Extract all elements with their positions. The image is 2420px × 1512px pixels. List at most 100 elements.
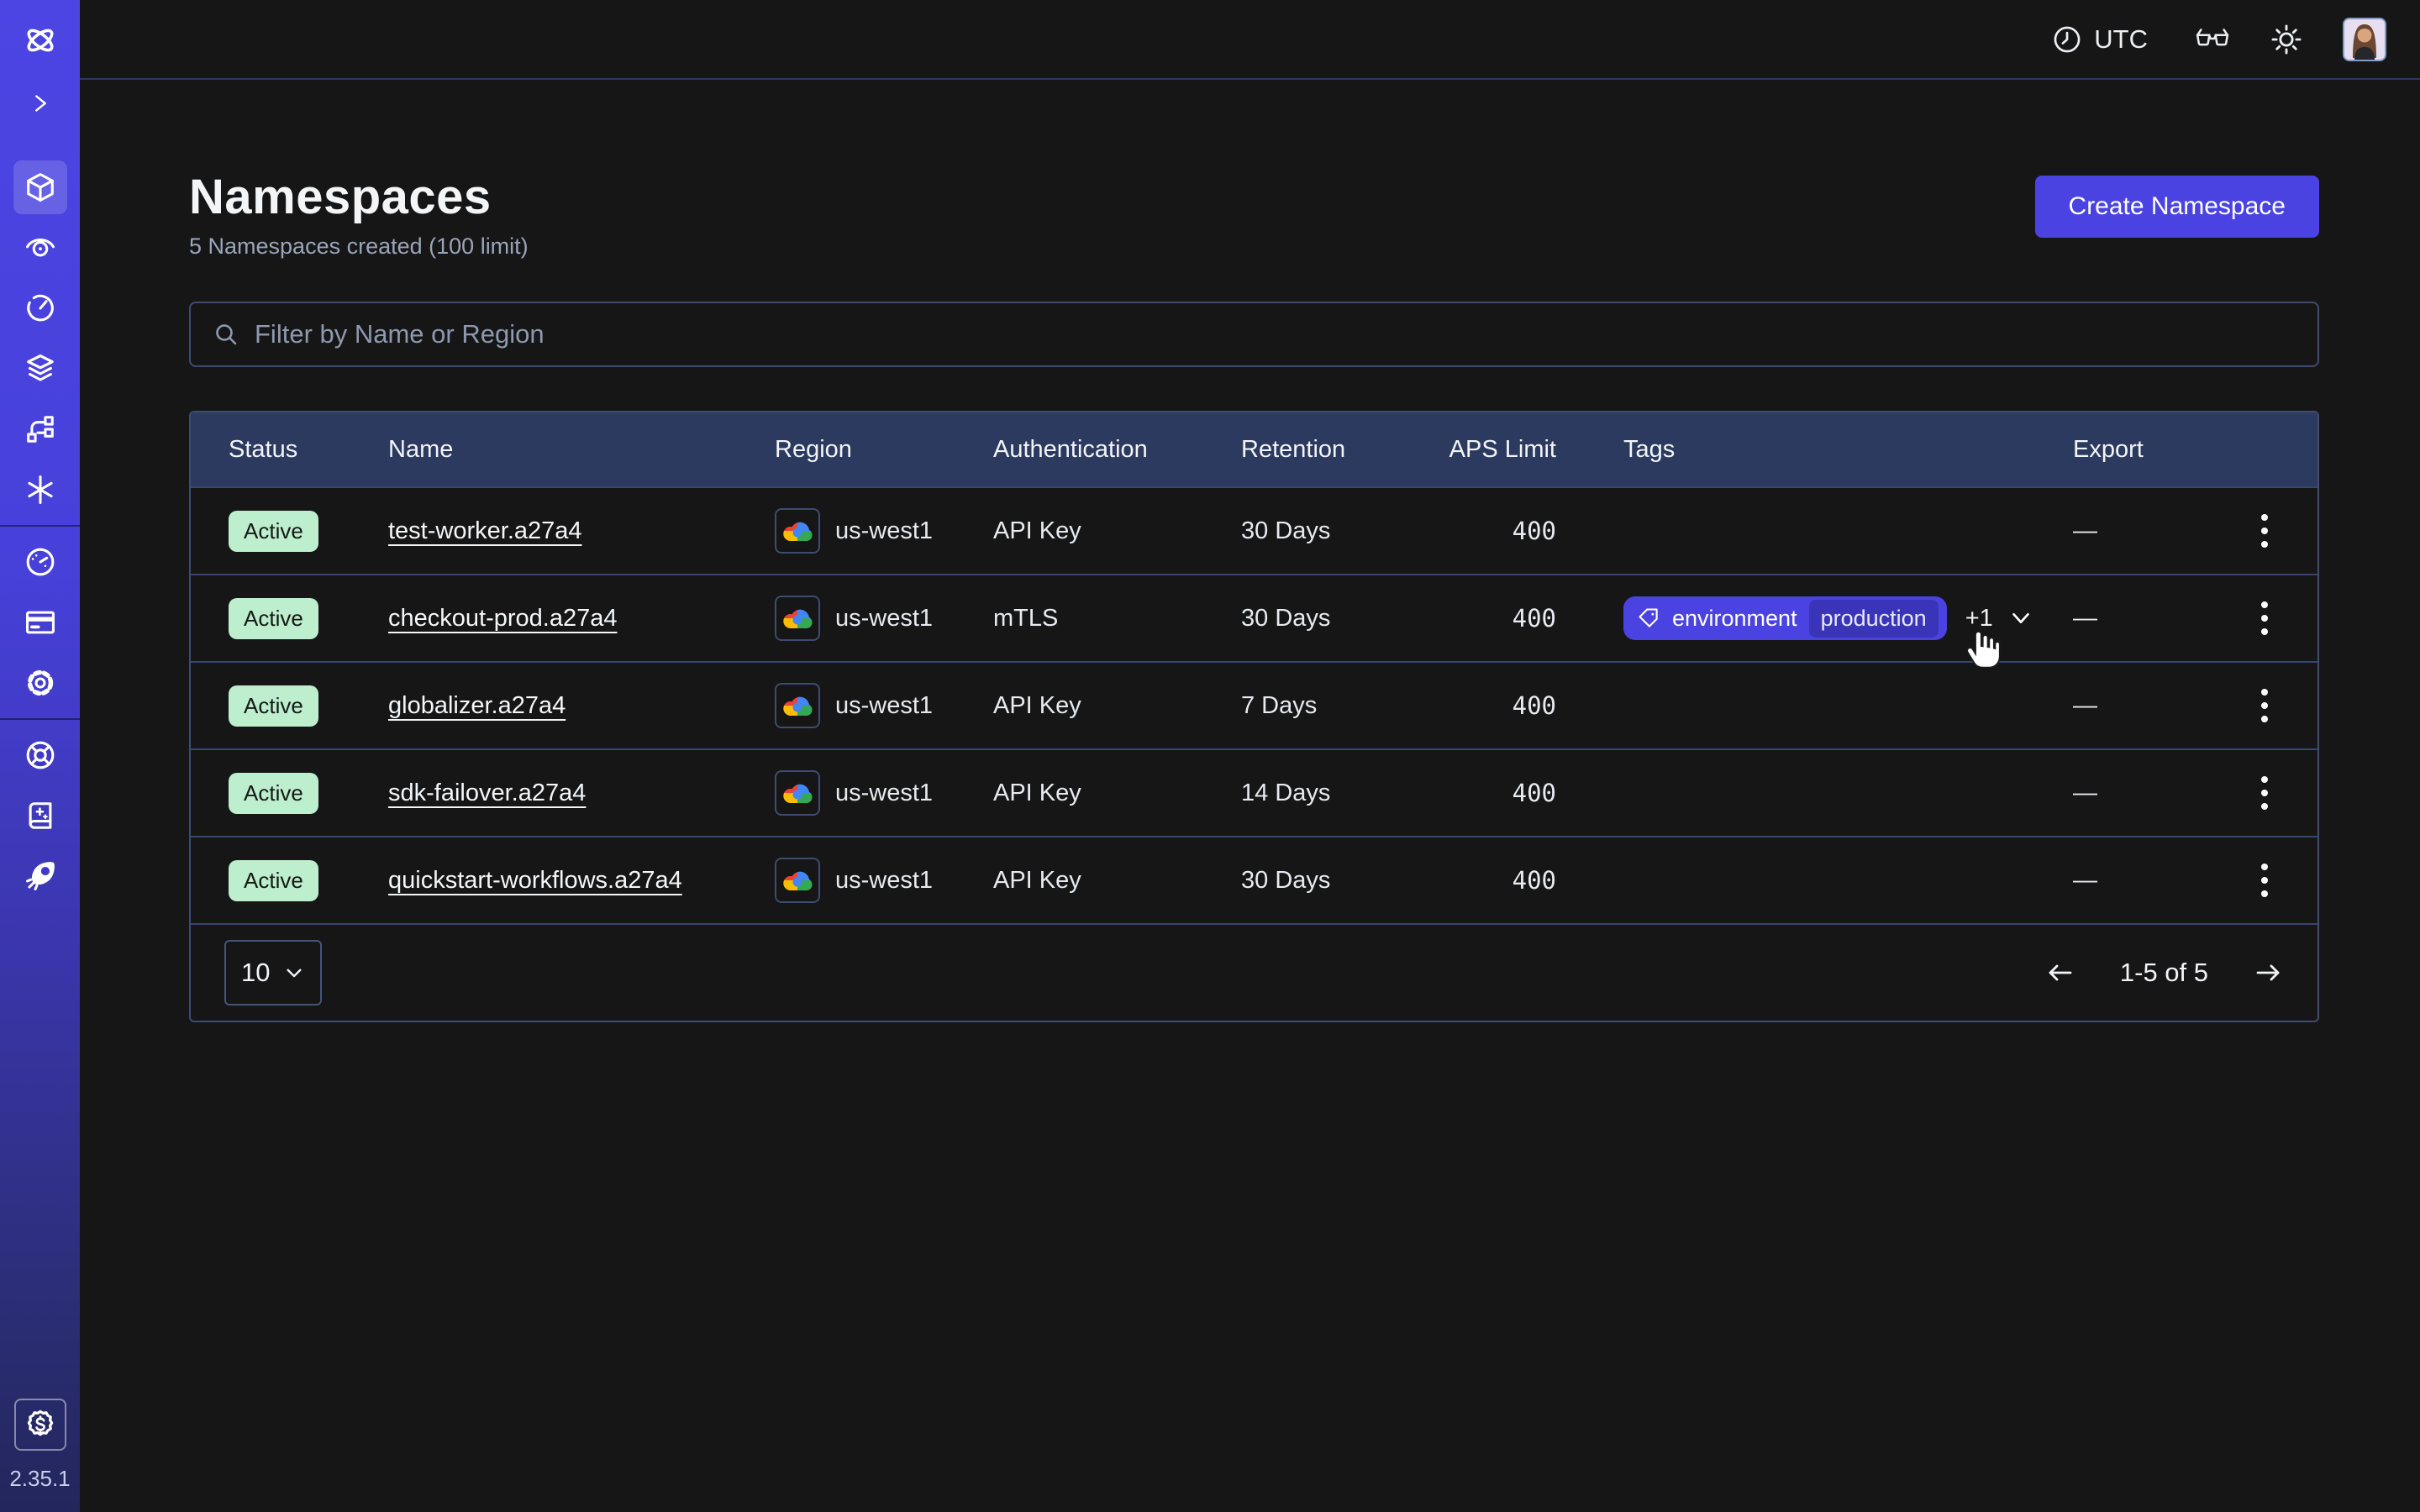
user-avatar[interactable] <box>2343 18 2386 61</box>
sidebar-item-schedules[interactable] <box>13 281 67 335</box>
auth-label: API Key <box>993 692 1241 720</box>
sidebar-item-batch[interactable] <box>13 342 67 396</box>
sidebar-item-usage[interactable] <box>13 535 67 589</box>
sidebar-item-deployments[interactable] <box>13 402 67 456</box>
status-badge: Active <box>229 511 318 552</box>
filter-searchbar[interactable] <box>189 302 2319 367</box>
gcp-cloud-icon <box>775 858 820 903</box>
app-screen: 2.35.1 UTC <box>0 0 2420 1512</box>
chevron-down-icon <box>283 962 305 984</box>
retention-label: 30 Days <box>1241 867 1434 895</box>
export-value: — <box>2073 692 2207 720</box>
timer-icon <box>24 292 56 324</box>
auth-label: mTLS <box>993 605 1241 633</box>
export-value: — <box>2073 867 2207 895</box>
gcp-cloud-icon <box>775 770 820 816</box>
accessibility-button[interactable] <box>2195 25 2230 54</box>
region-label: us-west1 <box>835 867 933 895</box>
status-badge: Active <box>229 685 318 727</box>
tag-chip-group: environment production +1 <box>1623 596 2033 640</box>
aps-limit-value: 400 <box>1434 604 1556 633</box>
tags-more-count: +1 <box>1965 605 1993 633</box>
row-menu-button[interactable] <box>2249 855 2280 906</box>
version-label: 2.35.1 <box>9 1466 70 1492</box>
aps-limit-value: 400 <box>1434 691 1556 720</box>
namespace-link[interactable]: quickstart-workflows.a27a4 <box>388 867 682 894</box>
main-content: Namespaces 5 Namespaces created (100 lim… <box>80 80 2420 1512</box>
gcp-cloud-icon <box>775 683 820 728</box>
retention-label: 30 Days <box>1241 517 1434 545</box>
auth-label: API Key <box>993 517 1241 545</box>
next-page-button[interactable] <box>2252 959 2284 986</box>
region-label: us-west1 <box>835 517 933 545</box>
row-menu-button[interactable] <box>2249 506 2280 556</box>
status-badge: Active <box>229 598 318 639</box>
tag-value: production <box>1809 600 1939 638</box>
page-range-label: 1-5 of 5 <box>2120 958 2208 988</box>
sun-icon <box>2270 24 2302 55</box>
sidebar-item-billing[interactable] <box>13 596 67 649</box>
column-header-aps-limit: APS Limit <box>1434 436 1556 464</box>
row-menu-button[interactable] <box>2249 680 2280 731</box>
sidebar-item-nexus[interactable] <box>13 463 67 517</box>
chevron-down-icon <box>2008 606 2033 631</box>
auth-label: API Key <box>993 867 1241 895</box>
namespace-link[interactable]: checkout-prod.a27a4 <box>388 605 617 632</box>
sidebar-item-namespaces[interactable] <box>13 160 67 214</box>
table-row: Active checkout-prod.a27a4 <box>191 574 2317 661</box>
export-value: — <box>2073 517 2207 545</box>
page-title: Namespaces <box>189 169 529 225</box>
sidebar-item-getting-started[interactable] <box>13 849 67 903</box>
sidebar-expand-button[interactable] <box>0 80 80 127</box>
namespace-link[interactable]: globalizer.a27a4 <box>388 692 566 719</box>
row-menu-button[interactable] <box>2249 768 2280 818</box>
namespace-link[interactable]: sdk-failover.a27a4 <box>388 780 586 806</box>
sidebar-item-support[interactable] <box>13 728 67 782</box>
sidebar-item-monitor[interactable] <box>13 221 67 275</box>
gear-icon <box>24 667 56 699</box>
timezone-button[interactable]: UTC <box>2052 24 2148 55</box>
prev-page-button[interactable] <box>2044 959 2076 986</box>
dollar-badge-icon <box>24 1408 57 1441</box>
aps-limit-value: 400 <box>1434 517 1556 545</box>
column-header-export: Export <box>2073 436 2207 464</box>
rocket-icon <box>24 860 56 892</box>
topbar: UTC <box>80 0 2420 80</box>
table-body: Active test-worker.a27a4 <box>191 486 2317 923</box>
region-label: us-west1 <box>835 692 933 720</box>
namespace-link[interactable]: test-worker.a27a4 <box>388 517 582 544</box>
create-namespace-button[interactable]: Create Namespace <box>2035 176 2319 238</box>
table-footer: 10 1-5 of 5 <box>191 923 2317 1021</box>
credits-button[interactable] <box>14 1399 66 1451</box>
sidebar-group-main <box>0 152 80 525</box>
retention-label: 14 Days <box>1241 780 1434 807</box>
credit-card-icon <box>24 606 56 638</box>
tags-expand-button[interactable] <box>2008 606 2033 631</box>
gauge-icon <box>24 546 56 578</box>
tag-chip[interactable]: environment production <box>1623 596 1947 640</box>
status-badge: Active <box>229 860 318 901</box>
book-sparkle-icon <box>24 800 56 832</box>
arrow-right-icon <box>2252 959 2284 986</box>
table-row: Active test-worker.a27a4 <box>191 486 2317 574</box>
layers-icon <box>24 353 56 385</box>
table-header-row: Status Name Region Authentication Retent… <box>191 412 2317 486</box>
arrow-left-icon <box>2044 959 2076 986</box>
table-row: Active sdk-failover.a27a4 <box>191 748 2317 836</box>
lifebuoy-icon <box>24 739 56 771</box>
temporal-logo[interactable] <box>0 0 80 80</box>
region-label: us-west1 <box>835 780 933 807</box>
row-menu-button[interactable] <box>2249 593 2280 643</box>
page-size-select[interactable]: 10 <box>224 940 322 1005</box>
page-subtitle: 5 Namespaces created (100 limit) <box>189 234 529 260</box>
column-header-retention: Retention <box>1241 436 1434 464</box>
sidebar: 2.35.1 <box>0 0 80 1512</box>
page-size-value: 10 <box>241 958 270 988</box>
theme-toggle-button[interactable] <box>2270 24 2302 55</box>
filter-input[interactable] <box>255 319 2296 349</box>
tag-icon <box>1637 606 1660 630</box>
column-header-status: Status <box>229 436 388 464</box>
region-label: us-west1 <box>835 605 933 633</box>
sidebar-item-docs[interactable] <box>13 789 67 843</box>
sidebar-item-settings[interactable] <box>13 656 67 710</box>
